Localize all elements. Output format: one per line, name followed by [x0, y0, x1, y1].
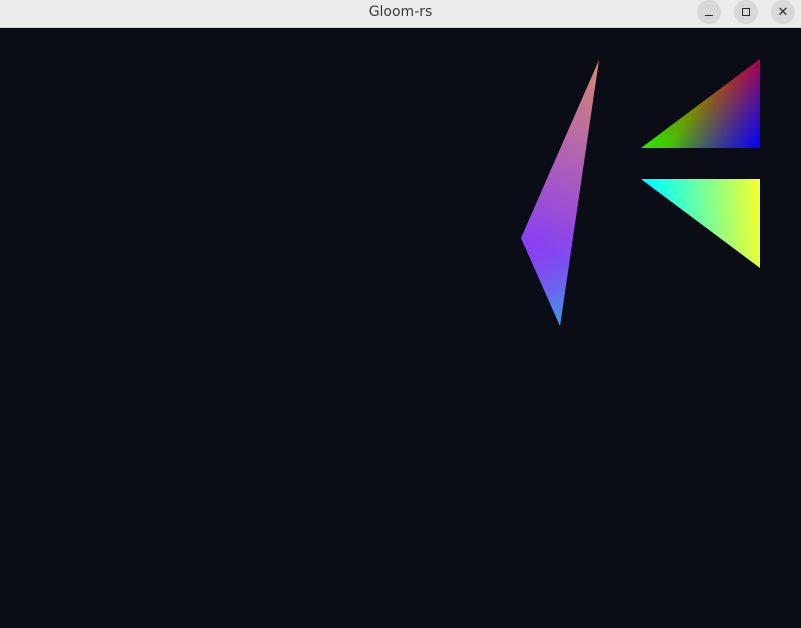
- render-scene: [521, 59, 760, 326]
- minimize-button[interactable]: [697, 0, 721, 24]
- triangle-top-right: [641, 59, 760, 148]
- title-bar[interactable]: Gloom-rs ✕: [0, 0, 801, 28]
- minimize-icon: [705, 15, 713, 16]
- render-viewport[interactable]: [0, 28, 801, 628]
- window-title: Gloom-rs: [368, 4, 433, 20]
- close-button[interactable]: ✕: [771, 0, 795, 24]
- triangle-left: [521, 60, 599, 326]
- close-icon: ✕: [777, 4, 789, 20]
- maximize-icon: [742, 8, 750, 16]
- maximize-button[interactable]: [734, 0, 758, 24]
- app-window: Gloom-rs ✕: [0, 0, 801, 628]
- triangle-bottom-right: [641, 179, 760, 268]
